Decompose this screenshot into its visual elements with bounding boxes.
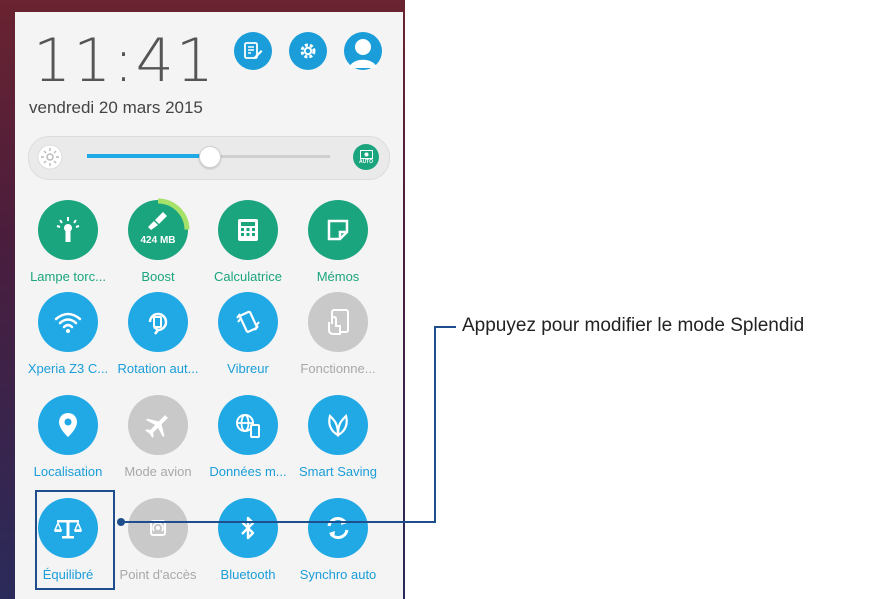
brightness-low-icon [37, 144, 63, 175]
hotspot-icon [150, 520, 166, 536]
auto-brightness-label: AUTO [358, 158, 374, 165]
tile-smart-saving[interactable]: Smart Saving [293, 395, 383, 479]
tile-vibrate[interactable]: Vibreur [203, 292, 293, 376]
tile-label: Xperia Z3 C... [27, 361, 109, 376]
tile-location[interactable]: Localisation [23, 395, 113, 479]
vibrate-icon [236, 310, 260, 333]
gear-icon[interactable] [289, 32, 327, 70]
callout-line-tip [434, 326, 456, 328]
brightness-fill [87, 154, 209, 158]
tile-label: Rotation aut... [117, 361, 199, 376]
airplane-icon [145, 415, 168, 438]
callout-line-horizontal [121, 521, 436, 523]
wifi-icon [54, 312, 82, 333]
tile-label: Synchro auto [299, 567, 377, 582]
tile-label: Smart Saving [298, 464, 378, 479]
callout-line-vertical [434, 326, 436, 523]
callout-text: Appuyez pour modifier le mode Splendid [462, 315, 805, 336]
tile-memos[interactable]: Mémos [293, 200, 383, 284]
phone-screen: 11:41 vendredi 20 mars 2015 AUTO Lampe t… [0, 0, 405, 599]
tile-label: Calculatrice [214, 269, 282, 284]
rotation-icon [148, 312, 168, 335]
avatar[interactable] [344, 32, 382, 70]
tile-label: Point d'accès [119, 567, 197, 582]
tile-label: Données m... [209, 464, 287, 479]
tile-flashlight[interactable]: Lampe torc... [23, 200, 113, 284]
tile-calculator[interactable]: Calculatrice [203, 200, 293, 284]
tile-label: Bluetooth [220, 567, 276, 582]
tile-wifi[interactable]: Xperia Z3 C... [23, 292, 113, 376]
bluetooth-icon [241, 516, 255, 540]
edit-icon[interactable] [234, 32, 272, 70]
leaf-icon [328, 413, 348, 437]
tile-boost[interactable]: 424 MB Boost [113, 198, 203, 284]
tile-label: Lampe torc... [30, 269, 106, 284]
tile-rotation[interactable]: Rotation aut... [113, 292, 203, 376]
tile-label: Fonctionne... [300, 361, 376, 376]
tile-bluetooth[interactable]: Bluetooth [203, 498, 293, 582]
tile-label: Vibreur [227, 361, 269, 376]
tile-label: Localisation [33, 464, 103, 479]
broom-icon [148, 212, 167, 230]
tile-airplane[interactable]: Mode avion [113, 395, 203, 479]
tile-mobile-data[interactable]: Données m... [203, 395, 293, 479]
tile-touch-gesture[interactable]: Fonctionne... [293, 292, 383, 376]
mobile-data-icon [236, 414, 260, 438]
clock-date: vendredi 20 mars 2015 [29, 98, 203, 117]
calculator-icon [238, 219, 258, 241]
tile-auto-sync[interactable]: Synchro auto [293, 498, 383, 582]
tile-hotspot[interactable]: Point d'accès [113, 498, 203, 582]
tile-label: Boost [141, 269, 175, 284]
auto-brightness-icon [359, 149, 373, 159]
auto-brightness-toggle[interactable]: AUTO [353, 144, 379, 170]
tile-label: Mode avion [124, 464, 192, 479]
touch-icon [328, 309, 349, 335]
flashlight-icon [56, 217, 80, 242]
tile-label: Mémos [316, 269, 360, 284]
memo-icon [327, 219, 349, 241]
splendid-highlight-box [35, 490, 115, 590]
boost-memory-value: 424 MB [140, 235, 176, 246]
brightness-slider-thumb[interactable] [198, 146, 221, 168]
location-icon [59, 413, 77, 437]
quick-settings-panel: 11:41 vendredi 20 mars 2015 AUTO Lampe t… [15, 12, 403, 599]
clock-time: 11:41 [33, 26, 216, 96]
sync-icon [327, 517, 349, 539]
